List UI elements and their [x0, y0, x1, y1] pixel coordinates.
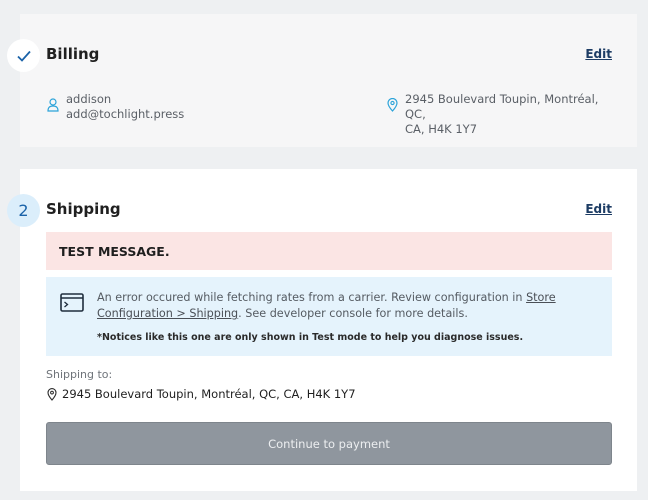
billing-email: add@tochlight.press — [66, 107, 185, 121]
billing-contact: addison add@tochlight.press — [66, 92, 184, 122]
billing-complete-badge — [7, 39, 40, 72]
billing-address-line2: CA, H4K 1Y7 — [405, 122, 478, 136]
continue-to-payment-button[interactable]: Continue to payment — [46, 422, 612, 465]
notice-text-before: An error occured while fetching rates fr… — [97, 291, 527, 304]
notice-text-after: . See developer console for more details… — [238, 307, 468, 320]
shipping-title: Shipping — [46, 200, 121, 218]
location-pin-icon — [387, 98, 398, 112]
location-pin-icon — [47, 388, 57, 401]
notice-text: An error occured while fetching rates fr… — [97, 290, 597, 322]
billing-address: 2945 Boulevard Toupin, Montréal, QC, CA,… — [405, 92, 615, 137]
shipping-step-badge: 2 — [7, 194, 40, 227]
console-icon — [60, 293, 84, 312]
billing-edit-link[interactable]: Edit — [585, 47, 612, 61]
carrier-error-notice: An error occured while fetching rates fr… — [46, 277, 612, 356]
user-icon — [47, 98, 59, 112]
billing-address-line1: 2945 Boulevard Toupin, Montréal, QC, — [405, 92, 599, 121]
shipping-edit-link[interactable]: Edit — [585, 202, 612, 216]
notice-footnote: *Notices like this one are only shown in… — [97, 332, 524, 343]
billing-section: Billing Edit addison add@tochlight.press… — [7, 14, 637, 147]
shipping-to-label: Shipping to: — [46, 368, 113, 381]
billing-name: addison — [66, 92, 112, 106]
test-message-banner: TEST MESSAGE. — [46, 232, 612, 270]
billing-title: Billing — [46, 45, 100, 63]
checkmark-icon — [16, 50, 31, 62]
shipping-address: 2945 Boulevard Toupin, Montréal, QC, CA,… — [62, 387, 356, 401]
shipping-section: 2 Shipping Edit TEST MESSAGE. An error o… — [7, 169, 637, 491]
